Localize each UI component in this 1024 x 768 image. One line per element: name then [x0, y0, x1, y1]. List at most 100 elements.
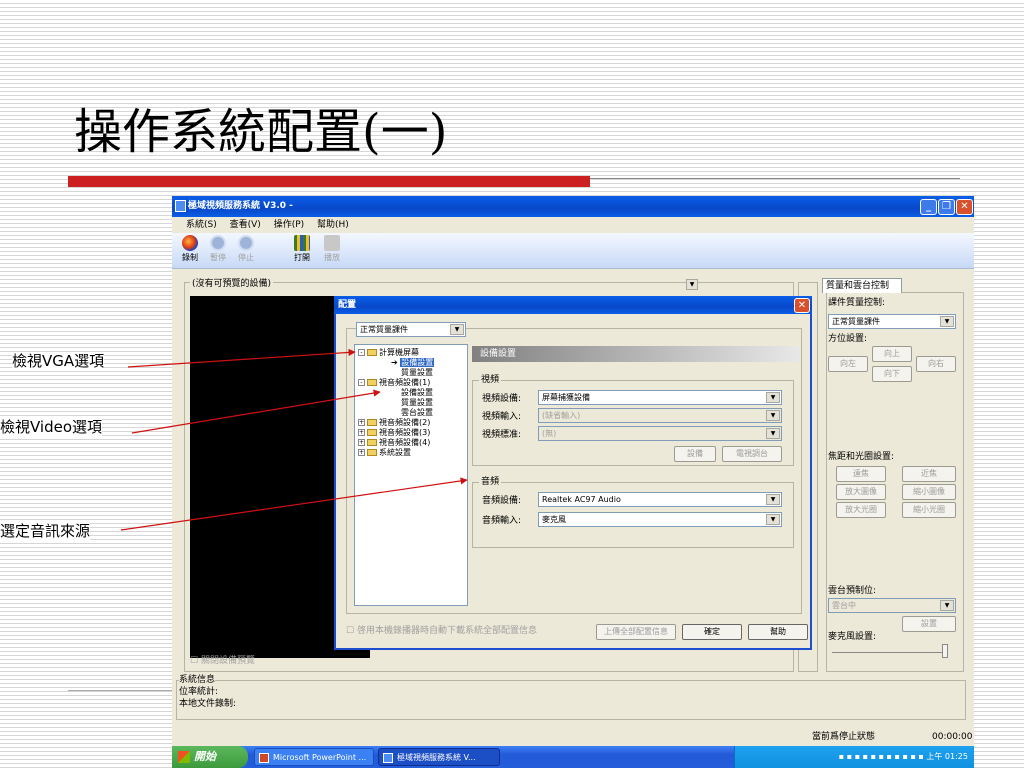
video-input-select[interactable]: (缺省輸入) ▼ [538, 408, 782, 423]
expand-icon: + [358, 419, 365, 426]
clock: 上午 01:25 [926, 752, 968, 761]
zoom-out-button[interactable]: 縮小圖像 [902, 484, 956, 500]
tree-item[interactable]: 雲台設置 [401, 408, 433, 418]
quality-select[interactable]: 正常質量課件 ▼ [828, 314, 956, 329]
expand-icon: + [358, 439, 365, 446]
video-device-label: 視頻設備: [482, 394, 522, 404]
menu-bar: 系統(S) 查看(V) 操作(P) 幫助(H) [172, 217, 974, 233]
direction-down-button[interactable]: 向下 [872, 366, 912, 382]
callout-audio: 選定音訊來源 [0, 522, 91, 540]
audio-input-label: 音頻輸入: [482, 516, 522, 526]
profile-select[interactable]: 正常質量課件 ▼ [356, 322, 466, 337]
toolbar: 錄制 暫停 停止 打開 播放 [172, 233, 974, 269]
preview-device-select[interactable] [190, 278, 702, 293]
direction-up-button[interactable]: 向上 [872, 346, 912, 362]
preview-dropdown-arrow[interactable]: ▼ [686, 279, 698, 290]
direction-left-button[interactable]: 向左 [828, 356, 868, 372]
tree-item[interactable]: + 系統設置 [358, 448, 411, 458]
tree-item[interactable]: 設備設置 [401, 388, 433, 398]
tree-item[interactable]: 質量設置 [401, 398, 433, 408]
tree-item[interactable]: - 計算機屏幕 [358, 348, 419, 358]
stop-button[interactable]: 停止 [234, 235, 258, 263]
app-icon [175, 200, 186, 212]
slide-title: 操作系統配置(一) [74, 104, 448, 160]
expand-icon: + [358, 429, 365, 436]
pause-button[interactable]: 暫停 [206, 235, 230, 263]
app-titlebar: 極域視頻服務系統 V3.0 - _ ❐ ✕ [172, 196, 974, 217]
folder-icon [367, 439, 377, 446]
upload-config-button[interactable]: 上傳全部配置信息 [596, 624, 676, 640]
taskbar: 開始 Microsoft PowerPoint ... 極域視頻服務系統 V..… [172, 746, 974, 768]
folder-icon [367, 349, 377, 356]
app-task-icon [383, 753, 393, 763]
play-button[interactable]: 播放 [320, 235, 344, 263]
tab-quality-ptz[interactable]: 質量和雲台控制 [822, 278, 902, 293]
tree-item[interactable]: - 視音頻設備(1) [358, 378, 430, 388]
iris-open-button[interactable]: 放大光圈 [836, 502, 886, 518]
video-standard-select[interactable]: (無) ▼ [538, 426, 782, 441]
preset-label: 雲台預制位: [828, 586, 877, 596]
config-dialog: 配置 ✕ 正常質量課件 ▼ - 計算機屏幕 ➔ 設備設置 質量設置 - 視音頻設備(1… [334, 296, 812, 650]
chevron-down-icon: ▼ [940, 600, 954, 611]
chevron-down-icon: ▼ [450, 324, 464, 335]
audio-device-label: 音頻設備: [482, 496, 522, 506]
task-video-server[interactable]: 極域視頻服務系統 V... [378, 748, 500, 766]
video-device-select[interactable]: 屏幕捕獲設備 ▼ [538, 390, 782, 405]
status-time: 00:00:00 [932, 732, 973, 742]
dialog-close-button[interactable]: ✕ [794, 298, 810, 313]
audio-device-select[interactable]: Realtek AC97 Audio ▼ [538, 492, 782, 507]
preset-select[interactable]: 雲台中 ▼ [828, 598, 956, 613]
open-button[interactable]: 打開 [290, 235, 314, 263]
menu-system[interactable]: 系統(S) [186, 220, 217, 230]
tree-item[interactable]: 質量設置 [401, 368, 433, 378]
record-icon [182, 235, 198, 251]
minimize-button[interactable]: _ [920, 199, 937, 215]
auto-download-checkbox[interactable]: ☐ 啓用本機錄播器時自動下載系統全部配置信息 [346, 626, 537, 637]
chevron-down-icon: ▼ [766, 514, 780, 525]
local-record-label: 本地文件錄制: [179, 699, 237, 709]
status-text: 當前爲停止狀態 [812, 732, 876, 742]
menu-operate[interactable]: 操作(P) [274, 220, 304, 230]
pause-icon [210, 235, 226, 251]
iris-close-button[interactable]: 縮小光圈 [902, 502, 956, 518]
chevron-down-icon: ▼ [766, 494, 780, 505]
help-button[interactable]: 幫助 [748, 624, 808, 640]
ok-button[interactable]: 確定 [682, 624, 742, 640]
play-icon [324, 235, 340, 251]
mic-slider-thumb[interactable] [942, 644, 948, 658]
menu-view[interactable]: 查看(V) [230, 220, 261, 230]
menu-help[interactable]: 幫助(H) [317, 220, 349, 230]
arrow-icon: ➔ [391, 358, 401, 367]
tree-item[interactable]: + 視音頻設備(4) [358, 438, 430, 448]
stop-icon [238, 235, 254, 251]
focus-far-button[interactable]: 遠焦 [836, 466, 886, 482]
config-tree: - 計算機屏幕 ➔ 設備設置 質量設置 - 視音頻設備(1) 設備設置 質量設置 雲… [354, 344, 468, 606]
start-button[interactable]: 開始 [172, 746, 248, 768]
close-button[interactable]: ✕ [956, 199, 973, 215]
chevron-down-icon: ▼ [766, 392, 780, 403]
restore-button[interactable]: ❐ [938, 199, 955, 215]
title-rule [590, 178, 960, 179]
collapse-icon: - [358, 379, 365, 386]
audio-input-select[interactable]: 麥克風 ▼ [538, 512, 782, 527]
tree-item[interactable]: + 視音頻設備(2) [358, 418, 430, 428]
section-header: 設備設置 [472, 346, 800, 362]
bitrate-label: 位率統計: [179, 687, 219, 697]
callout-vga: 檢視VGA選項 [12, 352, 105, 370]
tree-item[interactable]: + 視音頻設備(3) [358, 428, 430, 438]
focus-near-button[interactable]: 近焦 [902, 466, 956, 482]
powerpoint-icon [259, 753, 269, 763]
close-preview-checkbox[interactable]: ☐ 關閉設備預覽 [190, 656, 255, 667]
system-tray: ▪ ▪ ▪ ▪ ▪ ▪ ▪ ▪ ▪ ▪ ▪ 上午 01:25 [734, 746, 974, 768]
chevron-down-icon: ▼ [766, 428, 780, 439]
video-settings-button[interactable]: 設備 [674, 446, 716, 462]
preset-set-button[interactable]: 設置 [902, 616, 956, 632]
tv-tuner-button[interactable]: 電視調台 [722, 446, 782, 462]
task-powerpoint[interactable]: Microsoft PowerPoint ... [254, 748, 374, 766]
tree-item[interactable]: ➔ 設備設置 [391, 358, 435, 368]
zoom-in-button[interactable]: 放大圖像 [836, 484, 886, 500]
mic-slider-track[interactable] [832, 652, 942, 653]
direction-right-button[interactable]: 向右 [916, 356, 956, 372]
record-button[interactable]: 錄制 [178, 235, 202, 263]
slide-footer-rule [68, 690, 172, 691]
